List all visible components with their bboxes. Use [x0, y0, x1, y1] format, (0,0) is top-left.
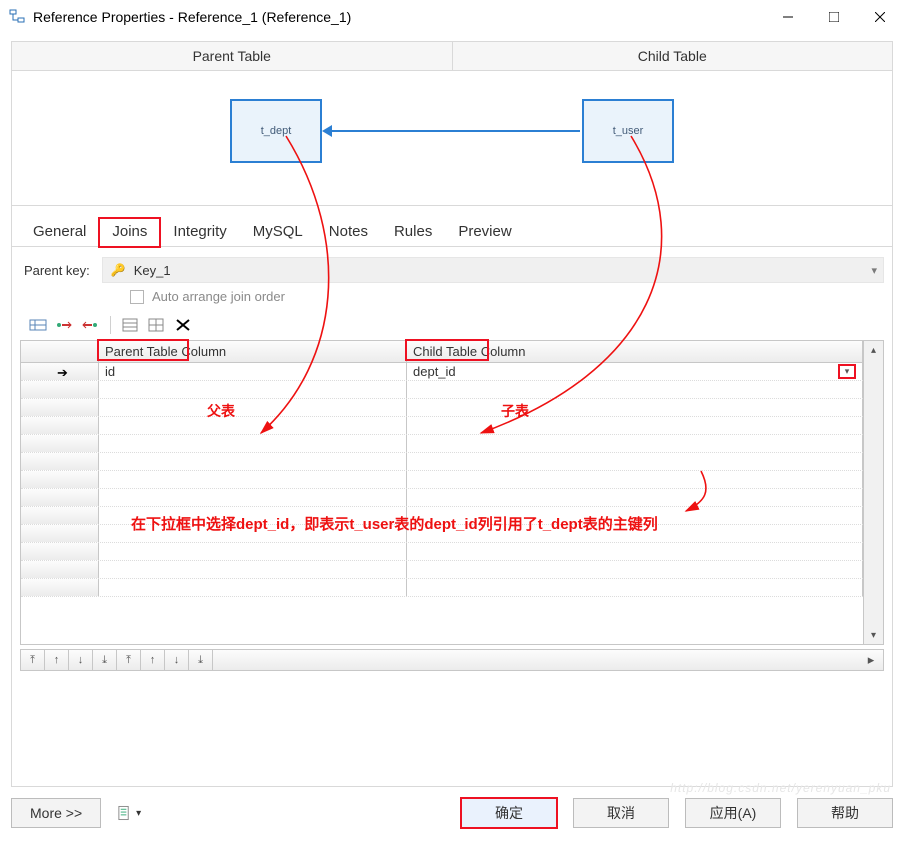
cancel-button[interactable]: 取消 — [573, 798, 669, 828]
table-row[interactable] — [21, 561, 863, 579]
toolbar-add-icon[interactable] — [54, 316, 74, 334]
table-row[interactable] — [21, 489, 863, 507]
cell-child-value: dept_id — [413, 364, 456, 379]
options-dropdown[interactable]: ▾ — [117, 798, 141, 828]
tab-preview[interactable]: Preview — [445, 218, 524, 247]
dialog-body: Parent Table Child Table t_dept t_user G… — [11, 41, 893, 787]
watermark: http://blog.csdn.net/yerenyuan_pku — [670, 781, 891, 795]
nav-down2[interactable]: ↓ — [165, 650, 189, 670]
join-grid[interactable]: Parent Table Column Child Table Column ➔… — [20, 340, 864, 645]
child-table-box[interactable]: t_user — [582, 99, 674, 163]
child-table-header: Child Table — [453, 42, 893, 70]
table-row[interactable] — [21, 471, 863, 489]
tabs: General Joins Integrity MySQL Notes Rule… — [12, 206, 892, 247]
button-bar: More >> ▾ 确定 取消 应用(A) 帮助 — [11, 795, 893, 831]
toolbar-delete-icon[interactable] — [173, 316, 193, 334]
apply-button[interactable]: 应用(A) — [685, 798, 781, 828]
tab-rules[interactable]: Rules — [381, 218, 445, 247]
grid-header: Parent Table Column Child Table Column — [21, 341, 863, 363]
nav-down[interactable]: ↓ — [69, 650, 93, 670]
parent-key-combo[interactable]: 🔑 Key_1 ▾ — [102, 257, 884, 283]
table-row[interactable]: ➔ id dept_id ▾ — [21, 363, 863, 381]
auto-arrange-row: Auto arrange join order — [12, 283, 892, 314]
tab-notes[interactable]: Notes — [316, 218, 381, 247]
app-icon — [9, 9, 25, 25]
col-child[interactable]: Child Table Column — [407, 341, 863, 362]
table-row[interactable] — [21, 579, 863, 597]
cell-parent[interactable]: id — [99, 363, 407, 380]
tab-general[interactable]: General — [20, 218, 99, 247]
tab-mysql[interactable]: MySQL — [240, 218, 316, 247]
child-cell-dropdown[interactable]: ▾ — [838, 364, 856, 379]
scroll-up-icon[interactable]: ▴ — [864, 341, 883, 359]
col-parent-label: Parent Table Column — [105, 344, 226, 359]
diagram-area: t_dept t_user — [12, 71, 892, 206]
toolbar-separator — [110, 316, 111, 334]
maximize-button[interactable] — [811, 1, 857, 33]
nav-up2[interactable]: ↑ — [141, 650, 165, 670]
table-row[interactable] — [21, 381, 863, 399]
grid-scrollbar[interactable]: ▴ ▾ — [864, 340, 884, 645]
scroll-down-icon[interactable]: ▾ — [864, 626, 883, 644]
nav-more-icon[interactable]: ▸ — [859, 652, 883, 668]
reference-arrow-head — [322, 125, 332, 137]
nav-first2[interactable]: ⤒ — [117, 650, 141, 670]
table-row[interactable] — [21, 435, 863, 453]
chevron-down-icon: ▾ — [871, 264, 877, 277]
parent-table-header: Parent Table — [12, 42, 453, 70]
row-nav: ⤒ ↑ ↓ ⤓ ⤒ ↑ ↓ ⤓ ▸ — [20, 649, 884, 671]
table-row[interactable] — [21, 399, 863, 417]
help-button[interactable]: 帮助 — [797, 798, 893, 828]
window-title: Reference Properties - Reference_1 (Refe… — [33, 9, 765, 25]
row-header[interactable]: ➔ — [21, 363, 99, 380]
cell-child[interactable]: dept_id ▾ — [407, 363, 863, 380]
table-row[interactable] — [21, 507, 863, 525]
close-button[interactable] — [857, 1, 903, 33]
tab-joins[interactable]: Joins — [99, 218, 160, 247]
col-parent[interactable]: Parent Table Column — [99, 341, 407, 362]
auto-arrange-checkbox[interactable] — [130, 290, 144, 304]
parent-key-value: Key_1 — [134, 263, 171, 278]
diagram-header: Parent Table Child Table — [12, 42, 892, 71]
key-icon: 🔑 — [111, 263, 126, 277]
grid-corner — [21, 341, 99, 362]
toolbar-insert-join-icon[interactable] — [28, 316, 48, 334]
col-child-label: Child Table Column — [413, 344, 526, 359]
parent-key-label: Parent key: — [24, 263, 90, 278]
toolbar-grid1-icon[interactable] — [121, 316, 141, 334]
nav-last[interactable]: ⤓ — [93, 650, 117, 670]
chevron-down-icon: ▾ — [136, 808, 141, 819]
page-icon — [117, 805, 132, 821]
toolbar-grid2-icon[interactable] — [147, 316, 167, 334]
auto-arrange-label: Auto arrange join order — [152, 289, 285, 304]
ok-button[interactable]: 确定 — [461, 798, 557, 828]
titlebar: Reference Properties - Reference_1 (Refe… — [1, 1, 903, 33]
more-button[interactable]: More >> — [11, 798, 101, 828]
table-row[interactable] — [21, 417, 863, 435]
minimize-button[interactable] — [765, 1, 811, 33]
reference-arrow-line — [324, 130, 580, 132]
tab-integrity[interactable]: Integrity — [160, 218, 239, 247]
join-grid-wrap: Parent Table Column Child Table Column ➔… — [20, 340, 884, 645]
table-row[interactable] — [21, 453, 863, 471]
toolbar-remove-icon[interactable] — [80, 316, 100, 334]
join-toolbar — [12, 314, 892, 340]
nav-first[interactable]: ⤒ — [21, 650, 45, 670]
nav-last2[interactable]: ⤓ — [189, 650, 213, 670]
current-row-arrow-icon: ➔ — [57, 365, 68, 381]
table-row[interactable] — [21, 525, 863, 543]
parent-table-box[interactable]: t_dept — [230, 99, 322, 163]
nav-up[interactable]: ↑ — [45, 650, 69, 670]
table-row[interactable] — [21, 543, 863, 561]
parent-key-row: Parent key: 🔑 Key_1 ▾ — [12, 247, 892, 283]
